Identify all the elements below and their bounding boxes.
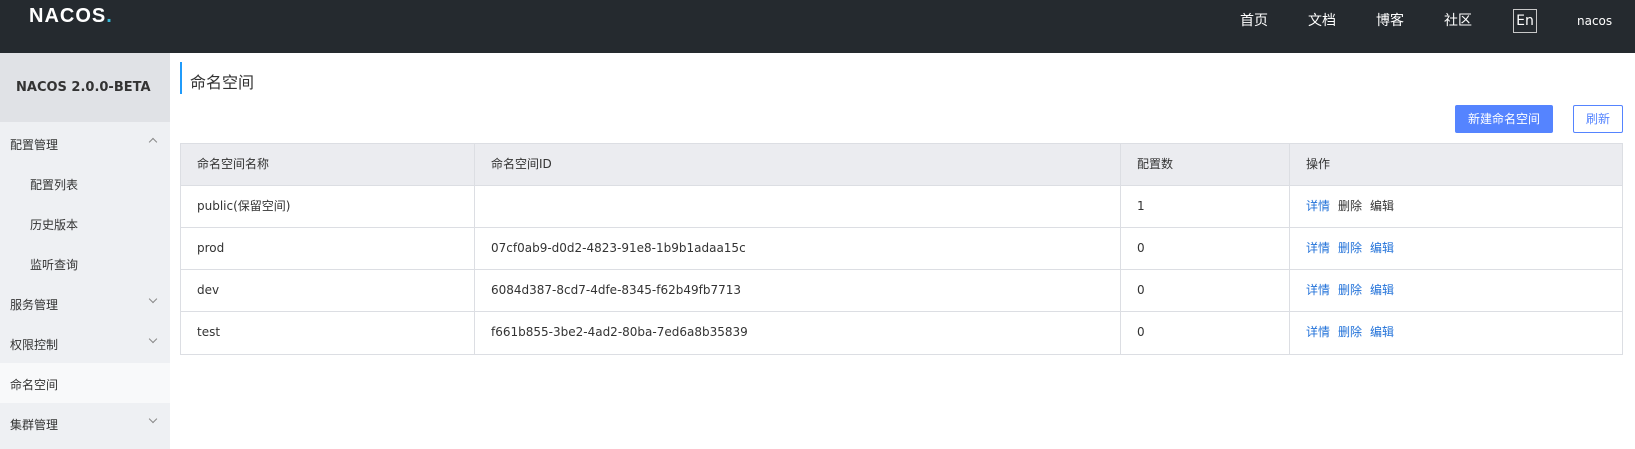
sidebar-item-access-control[interactable]: 权限控制 <box>0 323 170 363</box>
edit-link[interactable]: 编辑 <box>1370 325 1394 339</box>
nav-community[interactable]: 社区 <box>1444 11 1472 31</box>
sidebar-item-config-management[interactable]: 配置管理 <box>0 123 170 163</box>
sidebar-header: NACOS 2.0.0-BETA <box>0 53 170 122</box>
sidebar-item-label: 集群管理 <box>10 418 59 432</box>
edit-link[interactable]: 编辑 <box>1370 241 1394 255</box>
row-actions: 详情 删除 编辑 <box>1290 186 1622 227</box>
column-header-name: 命名空间名称 <box>181 144 475 185</box>
detail-link[interactable]: 详情 <box>1306 325 1330 339</box>
namespace-name: prod <box>181 228 475 269</box>
chevron-down-icon <box>148 334 158 344</box>
namespace-id <box>475 186 1121 227</box>
config-count: 0 <box>1121 228 1290 269</box>
sidebar-item-label: 历史版本 <box>30 218 79 232</box>
sidebar-item-label: 监听查询 <box>30 258 79 272</box>
edit-link[interactable]: 编辑 <box>1370 199 1394 213</box>
config-count: 0 <box>1121 270 1290 311</box>
chevron-down-icon <box>148 414 158 424</box>
row-actions: 详情 删除 编辑 <box>1290 270 1622 311</box>
column-header-actions: 操作 <box>1306 157 1331 171</box>
row-actions: 详情 删除 编辑 <box>1290 228 1622 269</box>
sidebar-item-service-management[interactable]: 服务管理 <box>0 283 170 323</box>
nacos-logo[interactable]: NACOS. <box>29 5 113 28</box>
delete-link[interactable]: 删除 <box>1338 241 1362 255</box>
sidebar-item-history[interactable]: 历史版本 <box>0 203 170 243</box>
sidebar-item-label: 权限控制 <box>10 338 59 352</box>
namespace-id: f661b855-3be2-4ad2-80ba-7ed6a8b35839 <box>475 312 1121 354</box>
nav-docs[interactable]: 文档 <box>1308 11 1336 31</box>
top-nav-bar: NACOS. 首页 文档 博客 社区 En nacos <box>0 0 1635 53</box>
detail-link[interactable]: 详情 <box>1306 283 1330 297</box>
sidebar: NACOS 2.0.0-BETA 配置管理 配置列表 历史版本 监听查询 服务管… <box>0 53 170 449</box>
column-header-count: 配置数 <box>1121 144 1290 185</box>
table-row: dev 6084d387-8cd7-4dfe-8345-f62b49fb7713… <box>181 270 1622 312</box>
sidebar-item-label: 服务管理 <box>10 298 59 312</box>
sidebar-item-label: 命名空间 <box>10 378 59 392</box>
namespace-name: dev <box>181 270 475 311</box>
logo-text: NACOS <box>29 5 107 27</box>
sidebar-item-config-list[interactable]: 配置列表 <box>0 163 170 203</box>
table-row: test f661b855-3be2-4ad2-80ba-7ed6a8b3583… <box>181 312 1622 354</box>
page-title: 命名空间 <box>190 73 255 92</box>
column-header-id: 命名空间ID <box>475 144 1121 185</box>
edit-link[interactable]: 编辑 <box>1370 283 1394 297</box>
table-row: prod 07cf0ab9-d0d2-4823-91e8-1b9b1adaa15… <box>181 228 1622 270</box>
namespace-table: 命名空间名称 命名空间ID 配置数 操作 public(保留空间) 1 详情 删除… <box>180 143 1623 355</box>
nav-home[interactable]: 首页 <box>1240 11 1268 31</box>
sidebar-item-listener-query[interactable]: 监听查询 <box>0 243 170 283</box>
row-actions: 详情 删除 编辑 <box>1290 312 1622 354</box>
table-header-row: 命名空间名称 命名空间ID 配置数 操作 <box>181 144 1622 186</box>
detail-link[interactable]: 详情 <box>1306 241 1330 255</box>
page-title-accent <box>180 62 182 94</box>
sidebar-title: NACOS 2.0.0-BETA <box>16 80 151 95</box>
config-count: 0 <box>1121 312 1290 354</box>
language-switch-button[interactable]: En <box>1513 9 1537 33</box>
config-count: 1 <box>1121 186 1290 227</box>
create-namespace-button[interactable]: 新建命名空间 <box>1455 105 1553 133</box>
delete-link[interactable]: 删除 <box>1338 325 1362 339</box>
delete-link[interactable]: 删除 <box>1338 199 1362 213</box>
delete-link[interactable]: 删除 <box>1338 283 1362 297</box>
sidebar-item-namespace[interactable]: 命名空间 <box>0 363 170 403</box>
sidebar-item-label: 配置列表 <box>30 178 79 192</box>
namespace-name: test <box>181 312 475 354</box>
namespace-name: public(保留空间) <box>181 186 475 227</box>
table-row: public(保留空间) 1 详情 删除 编辑 <box>181 186 1622 228</box>
detail-link[interactable]: 详情 <box>1306 199 1330 213</box>
nav-blog[interactable]: 博客 <box>1376 11 1404 31</box>
namespace-id: 07cf0ab9-d0d2-4823-91e8-1b9b1adaa15c <box>475 228 1121 269</box>
user-name[interactable]: nacos <box>1577 14 1612 28</box>
logo-dot: . <box>106 5 113 27</box>
namespace-id: 6084d387-8cd7-4dfe-8345-f62b49fb7713 <box>475 270 1121 311</box>
sidebar-item-cluster-management[interactable]: 集群管理 <box>0 403 170 443</box>
chevron-down-icon <box>148 294 158 304</box>
refresh-button[interactable]: 刷新 <box>1573 105 1623 133</box>
sidebar-item-label: 配置管理 <box>10 138 59 152</box>
chevron-up-icon <box>148 137 158 147</box>
